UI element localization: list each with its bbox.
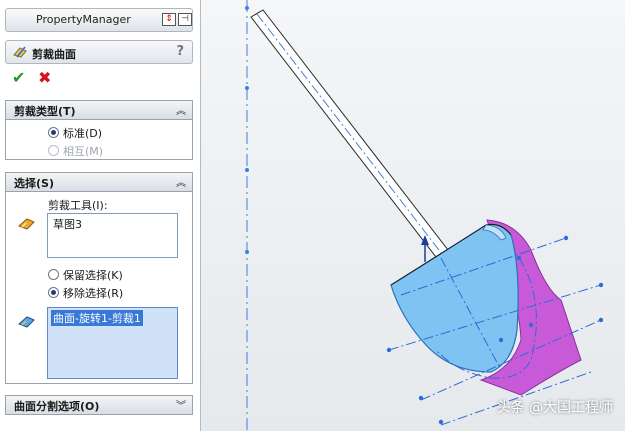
axis-point — [245, 6, 249, 10]
trim-tool-icon — [18, 218, 35, 230]
graphics-viewport[interactable] — [201, 0, 625, 431]
radio-dot-icon — [48, 145, 59, 156]
radio-dot-icon — [48, 269, 59, 280]
radio-dot-icon — [48, 127, 59, 138]
trim-surface-icon — [13, 46, 27, 58]
radio-mutual-label: 相互(M) — [63, 145, 104, 158]
radio-remove-selection[interactable]: 移除选择(R) — [48, 285, 123, 301]
cancel-button[interactable]: ✖ — [38, 70, 51, 86]
selections-title: 选择(S) — [14, 177, 54, 190]
property-manager-panel: PropertyManager ⇕ ⊣ 剪裁曲面 ? ✔ ✖ 剪裁类型(T) ︽… — [0, 0, 201, 431]
watermark-text: 头条 @大国工程师 — [496, 400, 613, 416]
radio-keep-selection[interactable]: 保留选择(K) — [48, 267, 123, 283]
trim-tool-listbox[interactable]: 草图3 — [47, 213, 178, 258]
split-options-header[interactable]: 曲面分割选项(O) ︾ — [6, 396, 192, 414]
property-manager-titlebar: PropertyManager ⇕ ⊣ — [5, 8, 193, 32]
property-manager-title: PropertyManager — [36, 13, 131, 26]
trim-type-group: 剪裁类型(T) ︽ 标准(D) 相互(M) — [5, 100, 193, 160]
expand-icon[interactable]: ︾ — [176, 397, 186, 412]
radio-keep-label: 保留选择(K) — [63, 269, 123, 282]
expand-icon[interactable]: ⇕ — [162, 13, 176, 26]
pieces-listbox[interactable]: 曲面-旋转1-剪裁1 — [47, 307, 178, 379]
feature-title: 剪裁曲面 — [32, 48, 76, 61]
scoop-surface-front[interactable] — [390, 223, 519, 373]
axis-point — [245, 86, 249, 90]
radio-mutual: 相互(M) — [48, 143, 103, 159]
axis-point — [245, 250, 249, 254]
help-icon[interactable]: ? — [176, 44, 184, 59]
trim-tool-label: 剪裁工具(I): — [48, 199, 108, 212]
trim-type-title: 剪裁类型(T) — [14, 105, 76, 118]
pieces-icon — [18, 316, 35, 328]
collapse-icon[interactable]: ︽ — [176, 102, 186, 117]
split-options-group: 曲面分割选项(O) ︾ — [5, 395, 193, 415]
split-options-title: 曲面分割选项(O) — [14, 400, 100, 413]
selections-group: 选择(S) ︽ 剪裁工具(I): 草图3 保留选择(K) 移除选择(R) 曲面-… — [5, 172, 193, 384]
radio-remove-label: 移除选择(R) — [63, 287, 124, 300]
ok-button[interactable]: ✔ — [12, 70, 25, 86]
axis-point — [245, 168, 249, 172]
pieces-item[interactable]: 曲面-旋转1-剪裁1 — [51, 310, 143, 326]
radio-dot-icon — [48, 287, 59, 298]
feature-header: 剪裁曲面 ? — [5, 40, 193, 64]
radio-standard[interactable]: 标准(D) — [48, 125, 102, 141]
trim-tool-item[interactable]: 草图3 — [51, 216, 84, 232]
trim-type-header[interactable]: 剪裁类型(T) ︽ — [6, 101, 192, 120]
selections-header[interactable]: 选择(S) ︽ — [6, 173, 192, 192]
handle-tube[interactable] — [250, 9, 449, 258]
collapse-icon[interactable]: ︽ — [176, 174, 186, 189]
radio-standard-label: 标准(D) — [63, 127, 103, 140]
pin-icon[interactable]: ⊣ — [178, 13, 192, 26]
